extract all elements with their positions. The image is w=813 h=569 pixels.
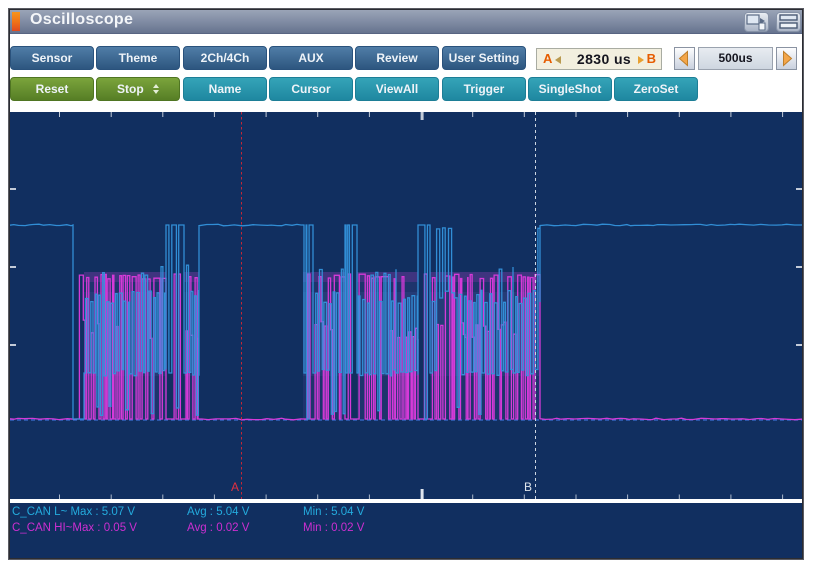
svg-text:B: B bbox=[524, 480, 532, 494]
svg-text:A: A bbox=[231, 480, 239, 494]
